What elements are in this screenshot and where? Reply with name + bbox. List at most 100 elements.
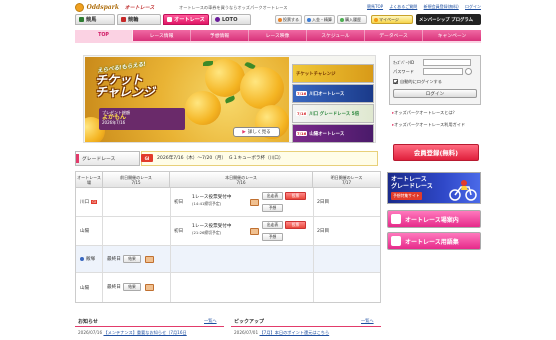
venue-icon	[391, 214, 401, 224]
pickup-title: ピックアップ	[234, 319, 265, 325]
banner-thumb-4[interactable]: 7/16 山陽オートレース	[292, 124, 374, 143]
venue-kawaguchi[interactable]: 川口 GI	[76, 188, 103, 216]
main-nav: TOP レース情報 予想情報 レース映像 スケジュール データベース キャンペー…	[75, 30, 481, 41]
password-input[interactable]	[423, 68, 463, 75]
venue-guide-banner[interactable]: オートレース場案内	[387, 210, 481, 228]
race-status[interactable]: 1レース投票受付中 (14:41締切予定)	[192, 195, 231, 208]
pickup-date: 2026/07/01	[234, 330, 259, 335]
venue-sanyo[interactable]: 山陽	[76, 217, 103, 245]
pickup-more-link[interactable]: 一覧へ	[361, 318, 374, 324]
banner-detail-button[interactable]: ▶ 詳しく見る	[233, 127, 280, 137]
vote-button[interactable]: 投票する	[275, 15, 302, 24]
login-box: ｵｯｽﾞﾊﾟｰｸID パスワード 自動的にログインする ログイン	[389, 55, 481, 105]
mypage-button[interactable]: マイページ	[371, 15, 413, 24]
mypage-label: マイページ	[379, 16, 399, 22]
video-icon[interactable]	[250, 228, 259, 235]
nav-race-video[interactable]: レース映像	[249, 30, 307, 41]
notice-date: 2026/07/16	[78, 330, 103, 335]
tab-keiba[interactable]: 競馬	[75, 14, 115, 25]
nav-schedule[interactable]: スケジュール	[307, 30, 365, 41]
glossary-banner[interactable]: オートレース用語集	[387, 232, 481, 250]
prev-day-label: 最終日	[107, 285, 121, 290]
membership-program-button[interactable]: メンバーシップ プログラム	[416, 14, 481, 25]
next-day-label: 2日目	[317, 229, 330, 234]
nav-database[interactable]: データベース	[365, 30, 423, 41]
tab-keirin[interactable]: 競輪	[117, 14, 161, 25]
toplink-keiba-top[interactable]: 競馬TOP	[367, 4, 383, 9]
password-label: パスワード	[393, 69, 414, 74]
tagline: オートレースの車券を買うならオッズパークオートレース	[179, 5, 288, 10]
entries-button[interactable]: 出走表	[262, 221, 283, 229]
purchase-history-button[interactable]: 購入履歴	[337, 15, 367, 24]
banner-title: チケット チャレンジ	[95, 73, 155, 99]
nav-underline	[75, 41, 481, 43]
nav-campaign[interactable]: キャンペーン	[423, 30, 481, 41]
result-button[interactable]: 結果	[123, 255, 141, 263]
pickup-item[interactable]: 2026/07/01 【7月】本日のポイント還元はこちら	[234, 330, 329, 336]
head-prev: 前日開催のレース 7/15	[103, 172, 170, 188]
notice-more-link[interactable]: 一覧へ	[204, 318, 217, 324]
top-links: 競馬TOP よくあるご質問 新規会員登録(無料) ログイン	[362, 4, 481, 10]
notice-link[interactable]: 【メンテナンス】重要なお知らせ（7月16日	[103, 330, 186, 335]
toplink-login[interactable]: ログイン	[465, 4, 481, 9]
day-label: 初日	[174, 200, 184, 205]
grade-race-text[interactable]: 2026年7/16（木）～7/20（月） Ｇ１キューポラ杯（川口）	[157, 155, 284, 161]
grade-banner-sub: 予想特集サイト	[391, 192, 422, 200]
thumb-1-label: チケットチャレンジ	[296, 71, 336, 77]
id-input[interactable]	[423, 59, 471, 66]
vote-race-button[interactable]: 投票	[285, 221, 306, 229]
prev-day-label: 最終日	[107, 257, 121, 262]
grade-banner-title: オートレース グレードレース	[391, 176, 433, 190]
toplink-faq[interactable]: よくあるご質問	[389, 4, 417, 9]
banner-thumb-3[interactable]: 7/16 川口 グレードレース 5倍	[292, 104, 374, 123]
race-table: オートレース場 前日開催のレース 7/15 本日開催のレース 7/16 明日開催のレ…	[75, 171, 381, 303]
guide-link[interactable]: ▸オッズパークオートレース利用ガイド	[392, 122, 480, 128]
race-status[interactable]: 1レース投票受付中 (21:26締切予定)	[192, 224, 231, 237]
video-icon[interactable]	[145, 256, 154, 263]
login-button[interactable]: ログイン	[393, 89, 477, 98]
register-button[interactable]: 会員登録(無料)	[393, 144, 479, 161]
banner-thumb-1[interactable]: チケットチャレンジ	[292, 64, 374, 83]
about-link[interactable]: ▸オッズパークオートレースとは？	[392, 110, 457, 116]
tab-autorace-label: オートレース	[174, 17, 205, 23]
notice-title: お知らせ	[78, 319, 98, 325]
auto-login-label: 自動的にログインする	[400, 79, 442, 84]
tab-autorace[interactable]: オートレース	[163, 14, 209, 25]
banner-detail-label: 詳しく見る	[247, 130, 271, 135]
banner-main-image[interactable]: えらべる!もらえる! チケット チャレンジ プレゼント総額 よかもん 2026年…	[85, 57, 289, 142]
toplink-register[interactable]: 新規会員登録(無料)	[424, 4, 459, 9]
thumb-3-label: 川口 グレードレース 5倍	[309, 111, 360, 117]
banner-thumb-2[interactable]: 7/16 川口オートレース	[292, 84, 374, 103]
thumb-4-label: 山陽オートレース	[309, 131, 345, 137]
grade-label-text: グレードレース	[82, 157, 116, 162]
venue-sanyo-prev[interactable]: 山陽	[76, 273, 103, 302]
table-row: 山陽 初日 1レース投票受付中 (21:26締切予定) 出走表 投票 予想 2日…	[76, 217, 380, 246]
play-icon: ▶	[242, 129, 246, 135]
motorbike-icon	[167, 17, 172, 22]
grade-race-label: グレードレース	[75, 151, 140, 166]
vote-race-button[interactable]: 投票	[285, 192, 306, 200]
forecast-button[interactable]: 予想	[262, 233, 283, 241]
loto-icon	[215, 17, 220, 22]
forecast-button[interactable]: 予想	[262, 204, 283, 212]
venue-iizuka[interactable]: 飯塚	[76, 246, 103, 272]
book-icon	[391, 236, 401, 246]
nav-top[interactable]: TOP	[75, 30, 133, 41]
tab-loto[interactable]: LOTO	[211, 14, 251, 25]
deposit-button[interactable]: 入金・精算	[304, 15, 335, 24]
nav-race-info[interactable]: レース情報	[133, 30, 191, 41]
video-icon[interactable]	[250, 199, 259, 206]
campaign-banner: えらべる!もらえる! チケット チャレンジ プレゼント総額 よかもん 2026年…	[83, 55, 376, 143]
pickup-link[interactable]: 【7月】本日のポイント還元はこちら	[259, 330, 329, 335]
grade-forecast-banner[interactable]: オートレース グレードレース 予想特集サイト	[387, 172, 481, 204]
notice-item[interactable]: 2026/07/16 【メンテナンス】重要なお知らせ（7月16日	[78, 330, 187, 336]
id-label: ｵｯｽﾞﾊﾟｰｸID	[393, 60, 415, 65]
pickup-divider	[231, 326, 381, 327]
eye-icon[interactable]	[465, 68, 472, 75]
auto-login-checkbox[interactable]	[393, 79, 398, 84]
video-icon[interactable]	[145, 284, 154, 291]
result-button[interactable]: 結果	[123, 283, 141, 291]
nav-forecast[interactable]: 予想情報	[191, 30, 249, 41]
gi-badge: GI	[141, 154, 153, 162]
entries-button[interactable]: 出走表	[262, 192, 283, 200]
